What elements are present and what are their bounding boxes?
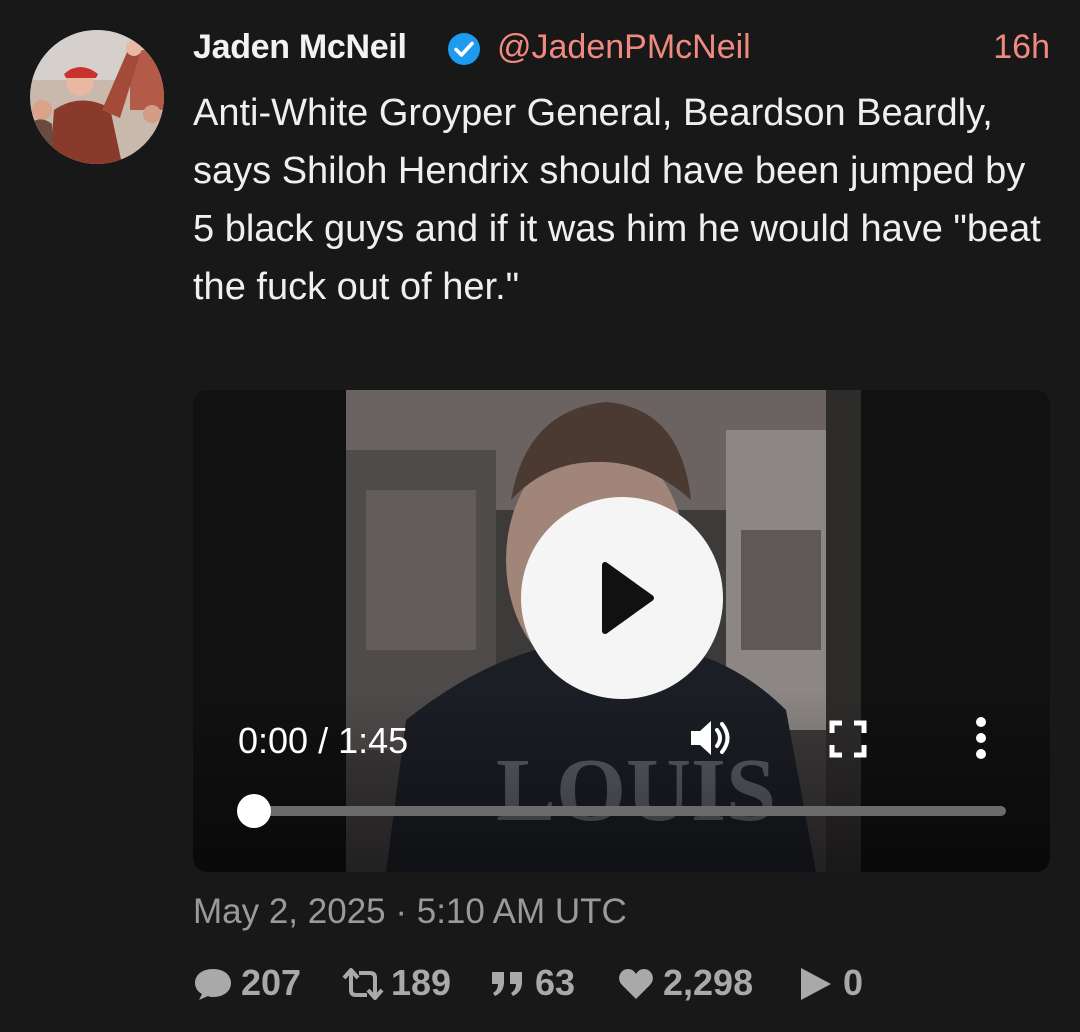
- retweet-count: 189: [391, 962, 452, 1003]
- fullscreen-icon: [829, 720, 867, 758]
- retweet-stat[interactable]: 189: [341, 958, 461, 1008]
- play-views-icon: [801, 968, 831, 1000]
- views-stat[interactable]: 0: [797, 958, 877, 1008]
- volume-button[interactable]: [689, 716, 737, 760]
- heart-icon: [619, 969, 653, 999]
- quote-icon: [492, 972, 522, 996]
- comment-icon: [195, 969, 231, 1000]
- video-player[interactable]: LOUIS 0:00 / 1:45: [193, 390, 1050, 872]
- retweet-icon: [342, 968, 384, 1000]
- reply-count: 207: [241, 962, 302, 1003]
- like-stat[interactable]: 2,298: [617, 958, 767, 1008]
- quote-stat[interactable]: 63: [489, 958, 589, 1008]
- avatar-image: [30, 30, 164, 164]
- author-name[interactable]: Jaden McNeil: [193, 28, 407, 67]
- play-button[interactable]: [521, 497, 723, 699]
- post-header: Jaden McNeil @JadenPMcNeil 16h: [193, 24, 1050, 74]
- controls-gradient: [193, 690, 1050, 872]
- more-options-button[interactable]: [969, 716, 993, 760]
- fullscreen-button[interactable]: [829, 720, 867, 758]
- avatar[interactable]: [30, 30, 164, 164]
- views-count: 0: [843, 962, 864, 1003]
- video-time: 0:00 / 1:45: [238, 720, 409, 761]
- author-handle[interactable]: @JadenPMcNeil: [497, 28, 751, 67]
- verified-badge-icon: [446, 31, 482, 67]
- like-count: 2,298: [663, 962, 754, 1003]
- post-time-ago[interactable]: 16h: [993, 28, 1050, 67]
- reply-stat[interactable]: 207: [193, 958, 313, 1008]
- volume-icon: [691, 721, 730, 755]
- more-vertical-icon: [976, 717, 986, 759]
- post-text: Anti-White Groyper General, Beardson Bea…: [193, 92, 1041, 308]
- post-date[interactable]: May 2, 2025 · 5:10 AM UTC: [193, 892, 627, 932]
- play-icon: [602, 562, 654, 634]
- seek-bar[interactable]: [254, 806, 1006, 816]
- quote-count: 63: [535, 962, 576, 1003]
- seek-handle[interactable]: [237, 794, 271, 828]
